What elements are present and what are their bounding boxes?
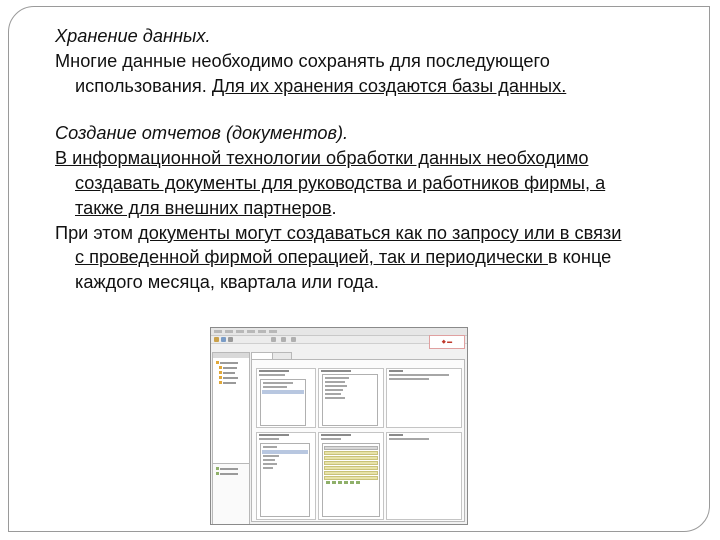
screenshot-panel xyxy=(256,368,316,428)
screenshot-panel xyxy=(256,432,316,520)
docs-plain-2: в конце xyxy=(547,247,612,268)
paragraph-reports-line2: создавать документы для руководства и ра… xyxy=(75,172,606,193)
docs-plain: При этом xyxy=(55,222,139,243)
heading-storage: Хранение данных. xyxy=(55,26,211,46)
screenshot-tree-panel xyxy=(212,352,250,524)
screenshot-panel xyxy=(318,368,384,428)
docs-underlined: документы могут создаваться как по запро… xyxy=(138,222,622,243)
tool-icon xyxy=(271,337,276,342)
paragraph-docs-line2: с проведенной фирмой операцией, так и пе… xyxy=(55,245,695,270)
screenshot-panel xyxy=(386,432,462,520)
application-window-screenshot: ◆ ▬ xyxy=(210,327,468,525)
screenshot-wizard-area xyxy=(251,359,465,522)
reports-plain: . xyxy=(331,197,337,218)
storage-plain: использования. xyxy=(75,75,212,96)
screenshot-panel xyxy=(386,368,462,428)
tool-icon xyxy=(281,337,286,342)
screenshot-tabs xyxy=(251,352,465,360)
paragraph-reports-line1: В информационной технологии обработки да… xyxy=(55,148,589,169)
logo-icon: ◆ ▬ xyxy=(429,335,465,349)
folder-icon xyxy=(214,337,219,342)
paragraph-storage-line2: использования. Для их хранения создаются… xyxy=(55,74,695,99)
paragraph-storage-line1: Многие данные необходимо сохранять для п… xyxy=(55,50,550,71)
heading-reports: Создание отчетов (документов). xyxy=(55,123,349,144)
docs-underlined-2: с проведенной фирмой операцией, так и пе… xyxy=(75,247,548,268)
slide-text: Хранение данных. Многие данные необходим… xyxy=(55,24,695,295)
storage-underlined: Для их хранения создаются базы данных. xyxy=(211,75,567,96)
print-icon xyxy=(228,337,233,342)
tool-icon xyxy=(291,337,296,342)
reports-underlined: также для внешних партнеров xyxy=(75,197,332,218)
screenshot-panel xyxy=(318,432,384,520)
save-icon xyxy=(221,337,226,342)
paragraph-docs-line3: каждого месяца, квартала или года. xyxy=(75,272,379,293)
paragraph-reports-line3: также для внешних партнеров. xyxy=(55,196,695,221)
paragraph-docs-line1: При этом документы могут создаваться как… xyxy=(55,221,695,246)
